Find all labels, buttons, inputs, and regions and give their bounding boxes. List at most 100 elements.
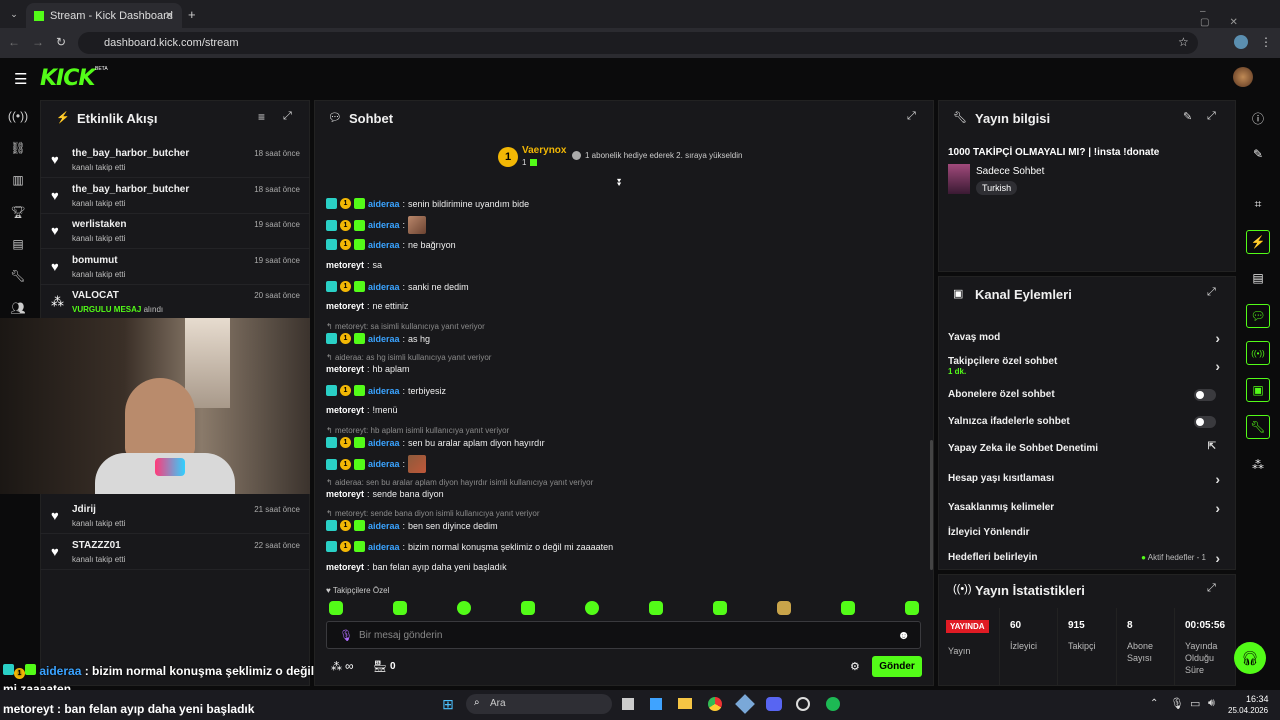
chat-message[interactable]: 1 aideraa: sanki ne dedim [326, 281, 469, 292]
emoji-icon[interactable]: ☻ [897, 628, 910, 642]
action-account-age[interactable]: Hesap yaşı kısıtlaması › [948, 471, 1228, 487]
mic-icon[interactable]: 🎙︎ [339, 629, 353, 642]
stream-toggle-icon[interactable]: ((•)) [1246, 341, 1270, 365]
edit-stream-icon[interactable]: ✎ [1246, 142, 1270, 166]
activity-item[interactable]: ♥ bomumut kanalı takip etti 19 saat önce [40, 249, 310, 285]
back-icon[interactable]: ← [8, 35, 20, 49]
chat-scrollbar[interactable] [930, 440, 933, 570]
action-followers-only[interactable]: Takipçilere özel sohbet 1 dk. › [948, 356, 1228, 376]
send-button[interactable]: Gönder [872, 656, 922, 677]
stream-stats-popout-icon[interactable]: ⤢ [1207, 582, 1216, 595]
file-explorer-icon[interactable] [678, 698, 692, 709]
chat-input[interactable]: 🎙︎ Bir mesaj gönderin ☻ [326, 621, 921, 649]
browser-tab[interactable]: Stream - Kick Dashboard ✕ [26, 3, 182, 28]
action-slow-mode[interactable]: Yavaş mod › [948, 330, 1228, 346]
hamburger-menu-icon[interactable]: ☰ [14, 70, 27, 88]
chat-username[interactable]: aideraa [368, 438, 400, 448]
filter-icon[interactable]: ≡ [258, 110, 265, 124]
store-icon[interactable]: 🏪︎ [373, 660, 387, 673]
chat-username[interactable]: aideraa [368, 542, 400, 552]
taskbar-app-icon[interactable] [622, 698, 634, 710]
emote-icon[interactable] [457, 601, 471, 615]
activity-item[interactable]: ♥ werlistaken kanalı takip etti 19 saat önc… [40, 213, 310, 249]
chat-toggle-icon[interactable]: 💬︎ [1246, 304, 1270, 328]
chat-username[interactable]: metoreyt [326, 260, 364, 270]
toggle-switch[interactable] [1194, 416, 1216, 428]
chat-message[interactable]: metoreyt: ne ettiniz [326, 301, 409, 311]
taskbar-search[interactable]: ⌕ Ara [466, 694, 612, 714]
chat-username[interactable]: metoreyt [326, 405, 364, 415]
scroll-down-icon[interactable]: ⏬︎ [617, 178, 622, 189]
tray-network-icon[interactable]: ▭ [1190, 697, 1200, 710]
bookmark-star-icon[interactable]: ☆ [1178, 35, 1189, 49]
clock-time[interactable]: 16:34 [1246, 694, 1269, 704]
emote-icon[interactable] [329, 601, 343, 615]
chat-username[interactable]: aideraa [368, 220, 400, 230]
chat-username[interactable]: aideraa [368, 521, 400, 531]
chat-message[interactable]: metoreyt: hb aplam [326, 364, 410, 374]
emote-icon[interactable] [777, 601, 791, 615]
chat-message[interactable]: metoreyt: !menü [326, 405, 398, 415]
action-emotes-only[interactable]: Yalnızca ifadelerle sohbet [948, 416, 1228, 428]
chat-username[interactable]: aideraa [368, 334, 400, 344]
spotify-icon[interactable] [826, 697, 840, 711]
stream-info-popout-icon[interactable]: ⤢ [1207, 110, 1216, 123]
chat-popout-icon[interactable]: ⤢ [907, 110, 916, 123]
action-goals[interactable]: Hedefleri belirleyin ● Aktif hedefler - 1… [948, 550, 1228, 566]
activity-toggle-icon[interactable]: ⚡ [1246, 230, 1270, 254]
reload-icon[interactable]: ↻ [56, 35, 66, 49]
discord-icon[interactable] [766, 697, 782, 711]
toggle-switch[interactable] [1194, 389, 1216, 401]
chat-message[interactable]: metoreyt: ban felan ayıp daha yeni başlad… [326, 562, 507, 572]
chat-message[interactable]: metoreyt: sende bana diyon [326, 489, 444, 499]
link-nav-icon[interactable]: ⛓ [10, 140, 26, 156]
more-icon[interactable]: ⁂ [1246, 453, 1270, 477]
clock-date[interactable]: 25.04.2026 [1228, 706, 1268, 715]
chat-message[interactable]: 1 aideraa: [326, 455, 427, 473]
stream-nav-icon[interactable]: ((•)) [8, 108, 28, 124]
activity-item[interactable]: ♥ the_bay_harbor_butcher kanalı takip etti… [40, 178, 310, 214]
tray-chevron-icon[interactable]: ⌃ [1150, 698, 1158, 709]
address-bar[interactable]: dashboard.kick.com/stream [78, 32, 1198, 54]
tab-list-button[interactable]: ⌄ [6, 6, 22, 22]
chat-username[interactable]: aideraa [368, 459, 400, 469]
trophy-nav-icon[interactable]: 🏆︎ [10, 204, 26, 220]
channel-actions-popout-icon[interactable]: ⤢ [1207, 286, 1216, 299]
chat-message[interactable]: 1 aideraa: bizim normal konuşma şeklimiz o… [326, 541, 613, 552]
chrome-icon[interactable] [708, 697, 722, 711]
action-banned-words[interactable]: Yasaklanmış kelimeler › [948, 500, 1228, 516]
activity-item[interactable]: ⁂ VALOCAT VURGULU MESAJ alındı 20 saat önce [40, 284, 310, 320]
emote-icon[interactable] [841, 601, 855, 615]
forward-icon[interactable]: → [32, 35, 44, 49]
profile-avatar[interactable] [1234, 35, 1248, 49]
chat-message[interactable]: 1 aideraa: as hg [326, 333, 430, 344]
chat-username[interactable]: aideraa [368, 386, 400, 396]
activity-item[interactable]: ♥ STAZZZ01 kanalı takip etti 22 saat önce [40, 534, 310, 570]
new-tab-icon[interactable]: + [188, 7, 196, 22]
chat-username[interactable]: metoreyt [326, 364, 364, 374]
chat-username[interactable]: metoreyt [326, 489, 364, 499]
users-nav-icon[interactable]: 👥︎ [10, 300, 26, 316]
tools-toggle-icon[interactable]: 🔧︎ [1246, 415, 1270, 439]
support-chat-button[interactable]: 🎧︎ [1234, 642, 1266, 674]
analytics-nav-icon[interactable]: ▥ [10, 172, 26, 188]
windows-start-icon[interactable]: ⊞ [440, 696, 456, 712]
tray-volume-icon[interactable]: 🔊︎ [1208, 697, 1215, 710]
chat-message[interactable]: 1 aideraa: terbiyesiz [326, 385, 446, 396]
chat-message[interactable]: metoreyt: sa [326, 260, 382, 270]
activity-item[interactable]: ♥ the_bay_harbor_butcher kanalı takip etti… [40, 142, 310, 178]
chat-message[interactable]: 1 aideraa: sen bu aralar aplam diyon hayır… [326, 437, 545, 448]
action-raid[interactable]: İzleyici Yönlendir [948, 527, 1228, 538]
actions-toggle-icon[interactable]: ▣ [1246, 378, 1270, 402]
chat-message[interactable]: 1 aideraa: ne bağrıyon [326, 239, 456, 250]
kick-logo[interactable]: KICK [40, 66, 95, 91]
edit-icon[interactable]: ✎ [1183, 110, 1192, 123]
chat-message[interactable]: 1 aideraa: senin bildirimine uyandım bide [326, 198, 529, 209]
chat-username[interactable]: aideraa [368, 282, 400, 292]
info-icon[interactable]: ⓘ [1246, 106, 1270, 130]
action-subscribers-only[interactable]: Abonelere özel sohbet [948, 389, 1228, 401]
scan-icon[interactable]: ⌗ [1246, 192, 1270, 216]
taskbar-app-icon[interactable] [650, 698, 662, 710]
tab-close-icon[interactable]: ✕ [165, 9, 174, 22]
chat-message[interactable]: 1 aideraa: ben sen diyince dedim [326, 520, 498, 531]
